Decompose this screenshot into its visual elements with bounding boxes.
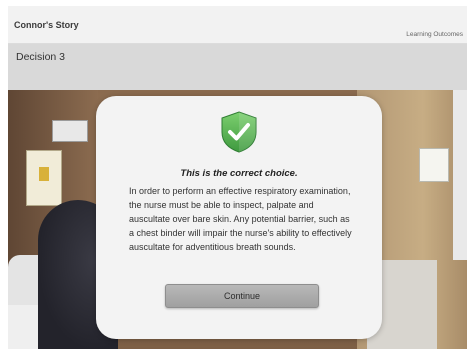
feedback-dialog: This is the correct choice. In order to …	[96, 96, 382, 339]
dialog-heading: This is the correct choice.	[180, 168, 298, 179]
dialog-body: In order to perform an effective respira…	[129, 186, 352, 252]
scene-wall-notice	[26, 150, 62, 206]
scene-wall-chart	[419, 148, 449, 182]
continue-button[interactable]: Continue	[165, 284, 319, 308]
learning-outcomes-link[interactable]: Learning Outcomes	[406, 31, 463, 38]
story-header: Connor's Story Learning Outcomes	[8, 6, 467, 44]
scene-wall-panel	[52, 120, 88, 142]
decision-bar: Decision 3	[8, 44, 467, 90]
scene-doorframe	[453, 90, 467, 260]
decision-title: Decision 3	[16, 51, 66, 63]
story-title: Connor's Story	[14, 20, 79, 30]
shield-check-icon	[221, 111, 257, 153]
